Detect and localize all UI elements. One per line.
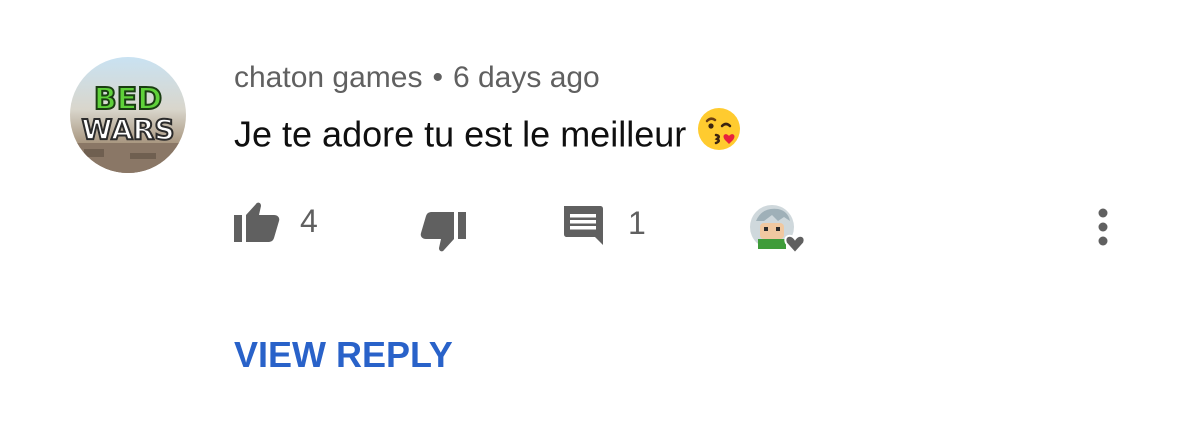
like-button[interactable]: 4 [234,200,318,242]
author-avatar[interactable]: BED WARS [70,57,186,173]
like-count: 4 [300,203,318,239]
reply-count: 1 [628,205,646,241]
dislike-button[interactable] [420,212,466,254]
avatar-logo-line1: BED [94,82,162,117]
meta-separator: • [432,61,443,94]
comment-body: Je te adore tu est le meilleur [234,113,687,155]
more-vert-icon [1098,208,1108,246]
more-options-button[interactable] [1096,208,1110,253]
comment-timestamp[interactable]: 6 days ago [453,61,600,94]
thumbs-up-icon [234,202,280,242]
comment-meta: chaton games • 6 days ago [234,58,600,98]
comment-icon [564,206,603,245]
reply-button[interactable]: 1 [562,204,646,246]
kissing-face-icon [696,106,742,162]
thumbs-down-icon [420,212,466,252]
avatar-logo-line2: WARS [81,113,174,146]
view-reply-button[interactable]: VIEW REPLY [234,334,453,376]
comment-text: Je te adore tu est le meilleur [234,108,742,162]
creator-heart-badge [748,203,812,264]
author-name[interactable]: chaton games [234,61,422,94]
